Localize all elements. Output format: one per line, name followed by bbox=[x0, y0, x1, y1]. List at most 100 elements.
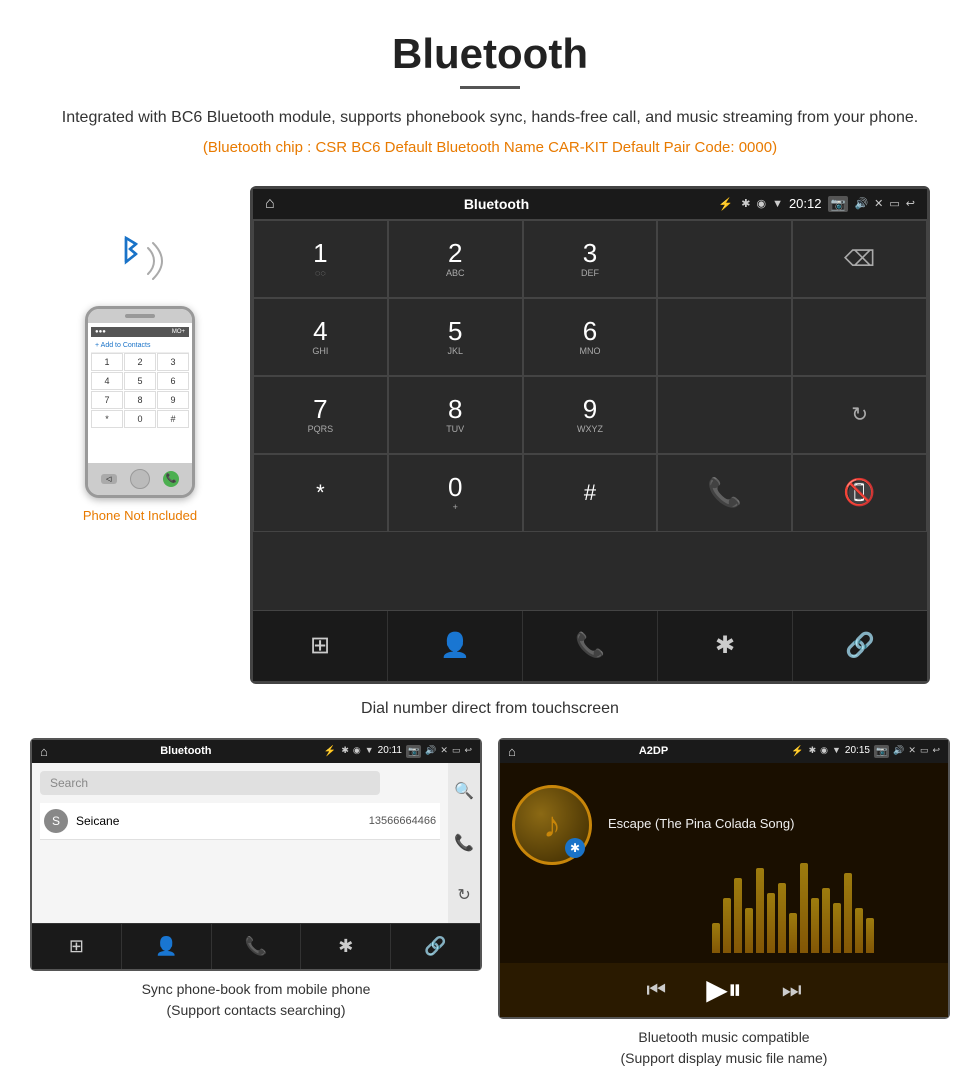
phone-key-hash[interactable]: # bbox=[157, 410, 189, 428]
pb-search-icon[interactable]: 🔍 bbox=[454, 781, 474, 801]
dial-key-4[interactable]: 4GHI bbox=[253, 298, 388, 376]
dial-key-9[interactable]: 9WXYZ bbox=[523, 376, 658, 454]
car-close-icon[interactable]: ✕ bbox=[874, 197, 883, 210]
car-volume-icon[interactable]: 🔊 bbox=[854, 197, 868, 210]
car-location-icon: ◉ bbox=[756, 197, 766, 210]
car-nav-contacts[interactable]: 👤 bbox=[388, 611, 523, 681]
phone-key-star[interactable]: * bbox=[91, 410, 123, 428]
pb-camera-icon: 📷 bbox=[406, 745, 421, 758]
music-home-icon[interactable]: ⌂ bbox=[508, 744, 516, 759]
music-note-icon: ♪ bbox=[543, 804, 561, 846]
car-status-bar: ⌂ Bluetooth ⚡ ✱ ◉ ▼ 20:12 📷 🔊 ✕ ▭ ↩ bbox=[253, 189, 927, 219]
phone-top-bar bbox=[88, 309, 192, 323]
eq-bar bbox=[822, 888, 830, 953]
phonebook-search-bar[interactable]: Search bbox=[40, 771, 380, 795]
pb-nav-grid[interactable]: ⊞ bbox=[32, 924, 122, 969]
pb-volume-icon[interactable]: 🔊 bbox=[425, 745, 436, 758]
phone-key-6[interactable]: 6 bbox=[157, 372, 189, 390]
car-window-icon[interactable]: ▭ bbox=[889, 197, 899, 210]
tech-info: (Bluetooth chip : CSR BC6 Default Blueto… bbox=[20, 139, 960, 156]
music-back-icon[interactable]: ↩ bbox=[932, 745, 940, 758]
music-window-icon[interactable]: ▭ bbox=[920, 745, 929, 758]
dial-key-star[interactable]: * bbox=[253, 454, 388, 532]
dial-key-5[interactable]: 5JKL bbox=[388, 298, 523, 376]
dial-call-red-cell[interactable]: 📵 bbox=[792, 454, 927, 532]
music-prev-btn[interactable]: ⏮ bbox=[646, 977, 666, 1003]
pb-back-icon[interactable]: ↩ bbox=[464, 745, 472, 758]
music-signal-icon: ▼ bbox=[832, 745, 841, 758]
dial-key-0[interactable]: 0+ bbox=[388, 454, 523, 532]
eq-bar bbox=[767, 893, 775, 953]
phone-key-9[interactable]: 9 bbox=[157, 391, 189, 409]
phonebook-caption-line2: (Support contacts searching) bbox=[167, 1002, 346, 1018]
pb-nav-phone[interactable]: 📞 bbox=[212, 924, 302, 969]
music-volume-icon[interactable]: 🔊 bbox=[893, 745, 904, 758]
pb-nav-user[interactable]: 👤 bbox=[122, 924, 212, 969]
dial-backspace-cell[interactable]: ⌫ bbox=[792, 220, 927, 298]
dial-call-green-cell[interactable]: 📞 bbox=[657, 454, 792, 532]
page-header: Bluetooth Integrated with BC6 Bluetooth … bbox=[0, 0, 980, 186]
phone-key-7[interactable]: 7 bbox=[91, 391, 123, 409]
music-status-bar: ⌂ A2DP ⚡ ✱ ◉ ▼ 20:15 📷 🔊 ✕ ▭ ↩ bbox=[500, 740, 948, 763]
dial-empty-3 bbox=[792, 298, 927, 376]
eq-bar bbox=[778, 883, 786, 953]
pb-close-icon[interactable]: ✕ bbox=[440, 745, 448, 758]
page-description: Integrated with BC6 Bluetooth module, su… bbox=[20, 105, 960, 131]
car-nav-bar: ⊞ 👤 📞 ✱ 🔗 bbox=[253, 610, 927, 681]
dial-key-6[interactable]: 6MNO bbox=[523, 298, 658, 376]
contact-row[interactable]: S Seicane 13566664466 bbox=[40, 803, 440, 840]
phone-key-0[interactable]: 0 bbox=[124, 410, 156, 428]
car-home-icon[interactable]: ⌂ bbox=[265, 195, 275, 213]
pb-refresh-icon[interactable]: ↻ bbox=[457, 885, 470, 905]
pb-usb-icon: ⚡ bbox=[324, 746, 336, 757]
car-nav-grid[interactable]: ⊞ bbox=[253, 611, 388, 681]
pb-window-icon[interactable]: ▭ bbox=[452, 745, 461, 758]
pb-nav-link[interactable]: 🔗 bbox=[391, 924, 480, 969]
dial-empty-1 bbox=[657, 220, 792, 298]
car-time: 20:12 bbox=[789, 196, 822, 211]
phone-key-2[interactable]: 2 bbox=[124, 353, 156, 371]
phone-key-8[interactable]: 8 bbox=[124, 391, 156, 409]
music-screen-title: A2DP bbox=[521, 745, 786, 757]
dial-refresh-cell[interactable]: ↻ bbox=[792, 376, 927, 454]
phonebook-main: Search S Seicane 13566664466 bbox=[32, 763, 448, 923]
phone-illustration: ●●●MO+ + Add to Contacts 1 2 3 4 5 6 7 8… bbox=[50, 186, 230, 523]
car-status-icons: ✱ ◉ ▼ 20:12 📷 🔊 ✕ ▭ ↩ bbox=[741, 196, 915, 212]
car-nav-link[interactable]: 🔗 bbox=[793, 611, 927, 681]
phonebook-caption-line1: Sync phone-book from mobile phone bbox=[142, 981, 371, 997]
dial-key-7[interactable]: 7PQRS bbox=[253, 376, 388, 454]
phone-key-4[interactable]: 4 bbox=[91, 372, 123, 390]
phone-home-btn[interactable] bbox=[130, 469, 150, 489]
dial-key-3[interactable]: 3DEF bbox=[523, 220, 658, 298]
car-nav-bluetooth[interactable]: ✱ bbox=[658, 611, 793, 681]
music-location-icon: ◉ bbox=[820, 745, 828, 758]
phone-back-btn[interactable]: ◁ bbox=[101, 474, 117, 484]
phone-screen: ●●●MO+ + Add to Contacts 1 2 3 4 5 6 7 8… bbox=[88, 323, 192, 463]
music-caption-line2: (Support display music file name) bbox=[621, 1050, 828, 1066]
title-divider bbox=[460, 86, 520, 89]
dial-key-2[interactable]: 2ABC bbox=[388, 220, 523, 298]
music-next-btn[interactable]: ⏭ bbox=[782, 977, 802, 1003]
car-nav-phone[interactable]: 📞 bbox=[523, 611, 658, 681]
dial-key-1[interactable]: 1◌◌ bbox=[253, 220, 388, 298]
car-back-icon[interactable]: ↩ bbox=[906, 197, 915, 210]
phone-not-included-label: Phone Not Included bbox=[83, 508, 197, 523]
pb-nav-bar: ⊞ 👤 📞 ✱ 🔗 bbox=[32, 923, 480, 969]
pb-home-icon[interactable]: ⌂ bbox=[40, 744, 48, 759]
music-close-icon[interactable]: ✕ bbox=[908, 745, 916, 758]
phone-key-1[interactable]: 1 bbox=[91, 353, 123, 371]
pb-call-icon[interactable]: 📞 bbox=[454, 833, 474, 853]
main-section: ●●●MO+ + Add to Contacts 1 2 3 4 5 6 7 8… bbox=[0, 186, 980, 684]
phone-key-5[interactable]: 5 bbox=[124, 372, 156, 390]
music-play-btn[interactable]: ▶⏸ bbox=[706, 973, 742, 1007]
pb-status-icons: ✱ ◉ ▼ 20:11 📷 🔊 ✕ ▭ ↩ bbox=[341, 745, 472, 758]
eq-bar bbox=[734, 878, 742, 953]
pb-nav-user-icon: 👤 bbox=[155, 936, 177, 957]
phone-key-3[interactable]: 3 bbox=[157, 353, 189, 371]
pb-nav-bluetooth[interactable]: ✱ bbox=[301, 924, 391, 969]
dial-key-8[interactable]: 8TUV bbox=[388, 376, 523, 454]
dial-key-hash[interactable]: # bbox=[523, 454, 658, 532]
phonebook-status-bar: ⌂ Bluetooth ⚡ ✱ ◉ ▼ 20:11 📷 🔊 ✕ ▭ ↩ bbox=[32, 740, 480, 763]
music-caption: Bluetooth music compatible (Support disp… bbox=[621, 1027, 828, 1069]
phone-call-btn[interactable]: 📞 bbox=[163, 471, 179, 487]
